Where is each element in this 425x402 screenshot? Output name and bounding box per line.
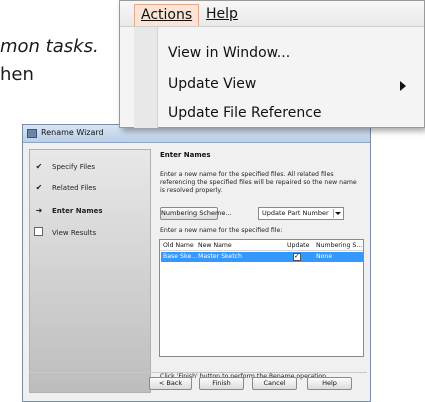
cell-numbering[interactable]: None [316, 253, 332, 260]
finish-button[interactable]: Finish [199, 377, 244, 390]
arrow-right-icon: ➜ [35, 206, 43, 215]
menu-help-label: Help [206, 6, 238, 22]
submenu-arrow-icon [400, 81, 406, 91]
checkmark-icon: ✔ [35, 183, 43, 192]
grid-label: Enter a new name for the specified file: [160, 227, 283, 234]
menu-actions[interactable]: Actions [134, 4, 200, 26]
wizard-steps-panel: ✔ Specify Files ✔ Related Files ➜ Enter Nam… [29, 149, 151, 393]
step-specify-files: ✔ Specify Files [34, 162, 95, 171]
menu-item-view-in-window[interactable]: View in Window... [168, 45, 290, 61]
section-description: Enter a new name for the specified files… [160, 171, 357, 194]
cell-old-name: Base Ske... [163, 253, 198, 260]
step-label: Specify Files [52, 163, 96, 171]
grid-header: Old Name New Name Update Numbering S... [160, 240, 363, 251]
cancel-button[interactable]: Cancel [252, 377, 297, 390]
table-row[interactable]: Base Ske... Master Sketch None [161, 252, 363, 262]
wizard-content-panel: Enter Names Enter a new name for the spe… [157, 149, 367, 393]
rename-wizard-dialog: Rename Wizard ✔ Specify Files ✔ Related Fi… [22, 124, 371, 402]
dropdown-value: Update Part Number [262, 209, 329, 217]
checkmark-icon: ✔ [35, 162, 43, 171]
step-label: Enter Names [52, 207, 103, 215]
update-checkbox[interactable] [293, 252, 301, 261]
step-related-files: ✔ Related Files [34, 183, 97, 192]
chevron-down-icon [335, 212, 341, 215]
menu-help[interactable]: Help [200, 4, 244, 26]
update-mode-dropdown[interactable]: Update Part Number [258, 207, 344, 220]
column-header-new-name[interactable]: New Name [198, 242, 232, 249]
wizard-title: Rename Wizard [41, 128, 104, 137]
wizard-app-icon [27, 129, 37, 138]
menu-icon-gutter [134, 27, 158, 128]
background-doc-line-1: mon tasks. [0, 36, 99, 57]
cell-new-name[interactable]: Master Sketch [198, 253, 242, 260]
step-label: Related Files [52, 184, 97, 192]
menu-item-update-file-reference[interactable]: Update File Reference [168, 105, 322, 121]
numbering-scheme-button[interactable]: Numbering Scheme... [160, 207, 232, 220]
column-header-update[interactable]: Update [287, 242, 309, 249]
rename-grid: Old Name New Name Update Numbering S... … [159, 239, 364, 357]
menu-actions-label: Actions [141, 7, 193, 23]
column-header-old-name[interactable]: Old Name [163, 242, 194, 249]
column-header-numbering[interactable]: Numbering S... [316, 242, 362, 249]
dropdown-divider [333, 209, 334, 218]
step-view-results: View Results [34, 227, 96, 237]
background-doc-line-2: hen [0, 64, 34, 85]
step-enter-names: ➜ Enter Names [34, 206, 103, 215]
back-button[interactable]: < Back [149, 377, 192, 390]
empty-box-icon [34, 227, 43, 236]
menu-item-update-view[interactable]: Update View [168, 76, 256, 92]
step-label: View Results [52, 229, 97, 237]
actions-menu: Actions Help View in Window... Update Vi… [119, 0, 425, 128]
help-button[interactable]: Help [307, 377, 352, 390]
button-divider [29, 372, 367, 373]
menu-bar: Actions Help [120, 1, 424, 27]
section-heading: Enter Names [160, 151, 211, 159]
